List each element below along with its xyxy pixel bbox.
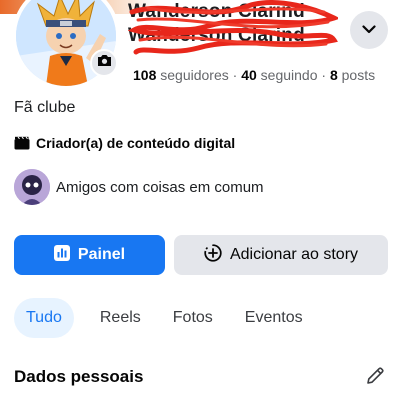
bar-chart-icon: [53, 244, 70, 266]
dashboard-button[interactable]: Painel: [14, 235, 165, 275]
chevron-down-icon: [362, 21, 376, 39]
followers-count[interactable]: 108: [133, 67, 156, 83]
dashboard-button-label: Painel: [77, 246, 126, 263]
change-photo-button[interactable]: [90, 49, 118, 77]
profile-menu-button[interactable]: [350, 11, 388, 49]
tab-fotos[interactable]: Fotos: [161, 298, 225, 338]
stats-separator: ·: [232, 67, 238, 83]
redaction-scribble: [128, 0, 338, 55]
profile-name: Wanderson Clarind Wanderson Clarind: [128, 0, 338, 64]
posts-label: posts: [341, 67, 376, 83]
mutual-friends-row[interactable]: Amigos com coisas em comum: [14, 169, 264, 205]
pencil-icon: [364, 367, 386, 391]
edit-details-button[interactable]: [364, 365, 386, 387]
section-title: Dados pessoais: [14, 367, 144, 386]
camera-icon: [97, 54, 112, 72]
profile-stats: 108 seguidores · 40 seguindo · 8 posts: [133, 67, 375, 83]
add-to-story-label: Adicionar ao story: [229, 246, 359, 263]
following-count[interactable]: 40: [241, 67, 257, 83]
tab-reels[interactable]: Reels: [88, 298, 153, 338]
add-to-story-button[interactable]: Adicionar ao story: [174, 235, 388, 275]
category-label: Criador(a) de conteúdo digital: [36, 135, 236, 151]
tab-eventos[interactable]: Eventos: [233, 298, 315, 338]
profile-tabs: Tudo Reels Fotos Eventos: [14, 298, 315, 338]
posts-count: 8: [329, 67, 338, 83]
tab-tudo[interactable]: Tudo: [14, 298, 74, 338]
profile-category: Criador(a) de conteúdo digital: [14, 135, 235, 151]
followers-label[interactable]: seguidores: [160, 67, 229, 83]
mutual-friends-label: Amigos com coisas em comum: [56, 178, 264, 196]
clapperboard-icon: [14, 135, 30, 151]
profile-bio: Fã clube: [14, 99, 76, 116]
friend-avatar: [14, 169, 50, 205]
following-label[interactable]: seguindo: [261, 67, 318, 83]
stats-separator: ·: [321, 67, 327, 83]
plus-circle-icon: [204, 243, 222, 267]
